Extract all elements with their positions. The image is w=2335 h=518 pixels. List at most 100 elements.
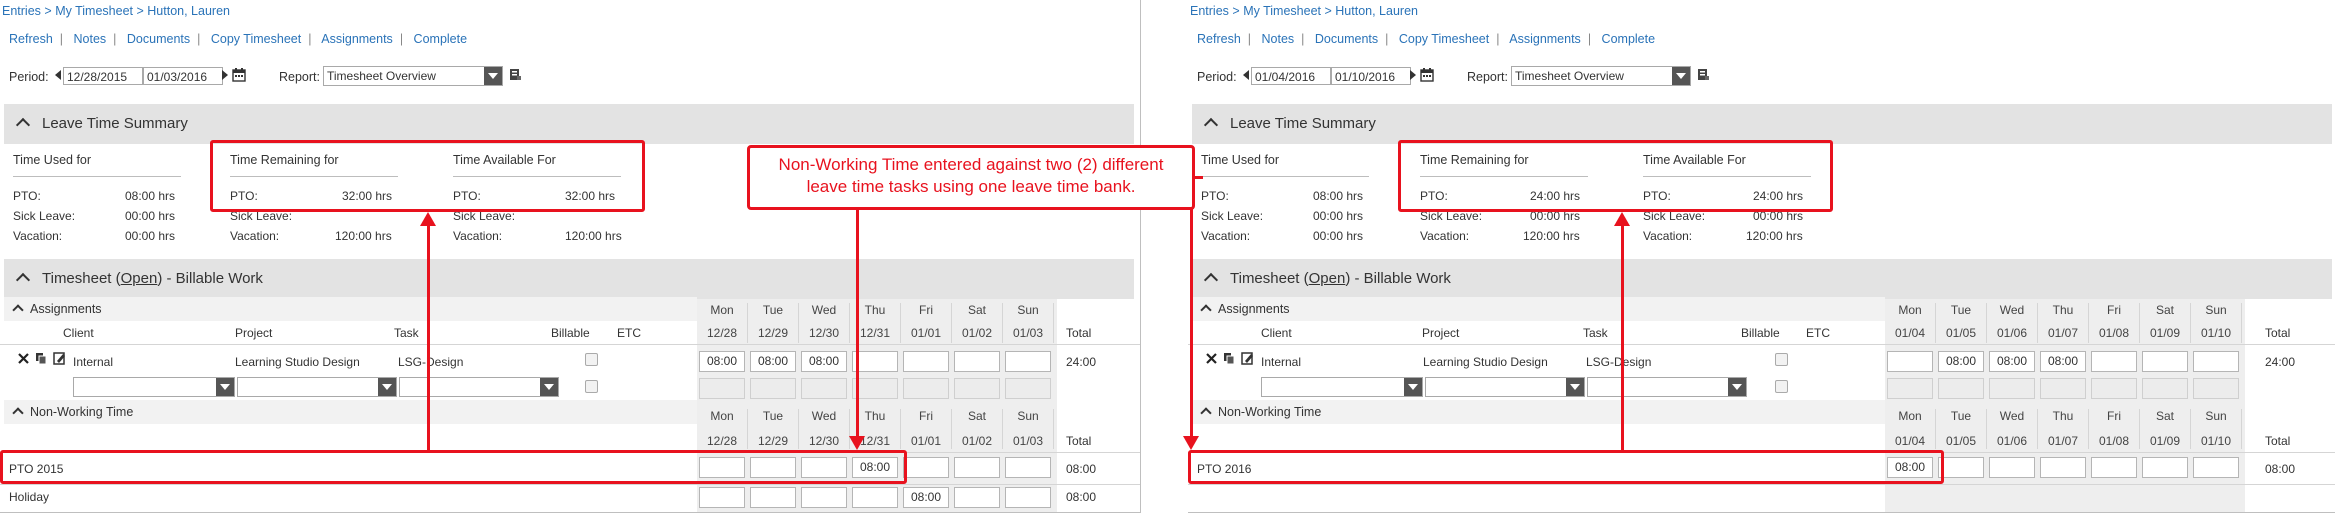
hours-cell[interactable] (954, 378, 1000, 399)
hours-cell[interactable] (852, 487, 898, 508)
hours-cell[interactable] (699, 487, 745, 508)
hours-cell[interactable]: 08:00 (2040, 351, 2086, 372)
assignments-subheader[interactable]: Assignments (1192, 297, 1885, 321)
hours-cell[interactable] (750, 378, 796, 399)
collapse-caret-icon[interactable] (12, 304, 24, 316)
new-task-select[interactable] (399, 377, 559, 397)
hours-cell[interactable] (2091, 378, 2137, 399)
hours-cell[interactable] (1005, 487, 1051, 508)
chevron-down-icon[interactable] (1404, 378, 1422, 396)
notes-link[interactable]: Notes (74, 32, 107, 46)
collapse-caret-icon[interactable] (1200, 407, 1212, 419)
calendar-icon[interactable] (232, 68, 246, 82)
hours-cell[interactable] (903, 351, 949, 372)
edit-icon[interactable] (1241, 352, 1254, 365)
chevron-down-icon[interactable] (1728, 378, 1746, 396)
hours-cell[interactable] (2142, 351, 2188, 372)
chevron-down-icon[interactable] (540, 378, 558, 396)
next-arrow-icon[interactable] (1410, 70, 1416, 80)
new-billable-checkbox[interactable] (1775, 380, 1788, 393)
next-arrow-icon[interactable] (222, 70, 228, 80)
hours-cell[interactable] (1938, 457, 1984, 478)
leave-summary-header[interactable]: Leave Time Summary (4, 104, 1134, 144)
hours-cell[interactable] (699, 378, 745, 399)
documents-link[interactable]: Documents (127, 32, 190, 46)
hours-cell[interactable] (1989, 378, 2035, 399)
assignments-subheader[interactable]: Assignments (4, 297, 697, 321)
documents-link[interactable]: Documents (1315, 32, 1378, 46)
billable-checkbox[interactable] (1775, 353, 1788, 366)
new-task-select[interactable] (1587, 377, 1747, 397)
report-select[interactable]: Timesheet Overview (323, 66, 503, 86)
hours-cell[interactable] (1887, 378, 1933, 399)
hours-cell[interactable]: 08:00 (699, 351, 745, 372)
chevron-down-icon[interactable] (1672, 67, 1690, 85)
timesheet-header[interactable]: Timesheet (Open) - Billable Work (4, 259, 1134, 299)
hours-cell[interactable] (954, 487, 1000, 508)
export-icon[interactable] (1697, 68, 1710, 81)
hours-cell[interactable] (2193, 378, 2239, 399)
copy-icon[interactable] (1223, 352, 1236, 365)
period-start-field[interactable]: 12/28/2015 (63, 67, 143, 85)
hours-cell[interactable] (2040, 457, 2086, 478)
complete-link[interactable]: Complete (414, 32, 468, 46)
notes-link[interactable]: Notes (1262, 32, 1295, 46)
chevron-down-icon[interactable] (484, 67, 502, 85)
hours-cell[interactable]: 08:00 (750, 351, 796, 372)
collapse-caret-icon[interactable] (1203, 117, 1219, 133)
hours-cell[interactable] (2091, 351, 2137, 372)
copy-timesheet-link[interactable]: Copy Timesheet (1399, 32, 1489, 46)
period-end-field[interactable]: 01/10/2016 (1331, 67, 1411, 85)
hours-cell[interactable] (1938, 378, 1984, 399)
hours-cell[interactable]: 08:00 (1938, 351, 1984, 372)
hours-cell[interactable] (954, 351, 1000, 372)
hours-cell[interactable] (1005, 457, 1051, 478)
hours-cell[interactable] (1887, 351, 1933, 372)
hours-cell[interactable] (903, 378, 949, 399)
chevron-down-icon[interactable] (1566, 378, 1584, 396)
timesheet-status[interactable]: Open (1309, 270, 1346, 287)
copy-timesheet-link[interactable]: Copy Timesheet (211, 32, 301, 46)
prev-arrow-icon[interactable] (55, 70, 61, 80)
breadcrumb-my-timesheet[interactable]: My Timesheet (1243, 4, 1321, 18)
complete-link[interactable]: Complete (1602, 32, 1656, 46)
hours-cell[interactable] (2091, 457, 2137, 478)
billable-checkbox[interactable] (585, 353, 598, 366)
breadcrumb-my-timesheet[interactable]: My Timesheet (55, 4, 133, 18)
new-client-select[interactable] (73, 377, 235, 397)
hours-cell[interactable] (801, 487, 847, 508)
hours-cell[interactable]: 08:00 (1989, 351, 2035, 372)
new-project-select[interactable] (237, 377, 397, 397)
calendar-icon[interactable] (1420, 68, 1434, 82)
new-client-select[interactable] (1261, 377, 1423, 397)
hours-cell[interactable] (2193, 457, 2239, 478)
hours-cell[interactable] (903, 457, 949, 478)
hours-cell[interactable] (1005, 351, 1051, 372)
leave-summary-header[interactable]: Leave Time Summary (1192, 104, 2332, 144)
hours-cell[interactable] (801, 378, 847, 399)
hours-cell[interactable] (2193, 351, 2239, 372)
collapse-caret-icon[interactable] (1203, 272, 1219, 288)
hours-cell[interactable] (2040, 378, 2086, 399)
assignments-link[interactable]: Assignments (321, 32, 393, 46)
hours-cell[interactable] (750, 487, 796, 508)
hours-cell[interactable] (1005, 378, 1051, 399)
timesheet-header[interactable]: Timesheet (Open) - Billable Work (1192, 259, 2332, 299)
nonworking-subheader[interactable]: Non-Working Time (4, 400, 697, 424)
prev-arrow-icon[interactable] (1243, 70, 1249, 80)
new-billable-checkbox[interactable] (585, 380, 598, 393)
new-project-select[interactable] (1425, 377, 1585, 397)
hours-cell[interactable] (2142, 378, 2188, 399)
hours-cell[interactable]: 08:00 (903, 487, 949, 508)
collapse-caret-icon[interactable] (1200, 304, 1212, 316)
refresh-link[interactable]: Refresh (9, 32, 53, 46)
period-end-field[interactable]: 01/03/2016 (143, 67, 223, 85)
hours-cell[interactable] (1989, 457, 2035, 478)
edit-icon[interactable] (53, 352, 66, 365)
collapse-caret-icon[interactable] (15, 117, 31, 133)
breadcrumb-entries[interactable]: Entries (2, 4, 41, 18)
export-icon[interactable] (509, 68, 522, 81)
timesheet-status[interactable]: Open (121, 270, 158, 287)
chevron-down-icon[interactable] (378, 378, 396, 396)
chevron-down-icon[interactable] (216, 378, 234, 396)
